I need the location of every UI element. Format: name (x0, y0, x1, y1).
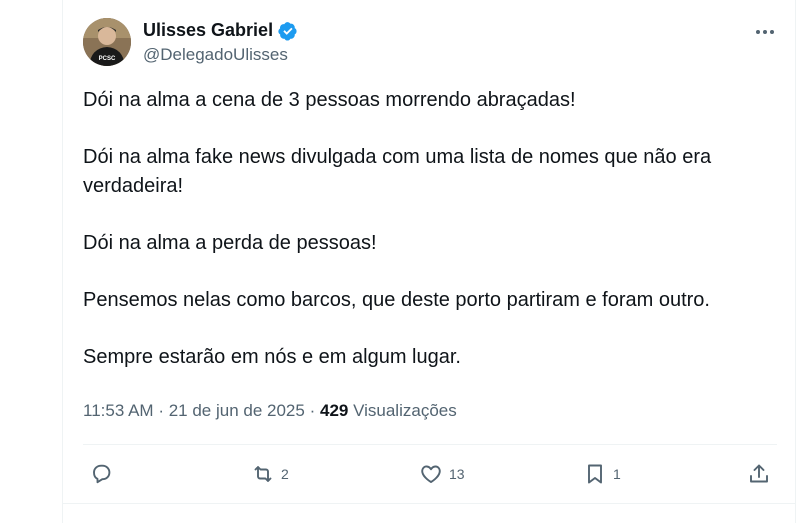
meta-separator: · (309, 401, 316, 420)
more-dots-icon[interactable] (753, 20, 777, 44)
bookmark-icon (588, 464, 602, 484)
bookmark-count: 1 (613, 466, 621, 482)
retweet-icon (254, 466, 272, 482)
tweet-paragraph: Sempre estarão em nós e em algum lugar. (83, 346, 461, 368)
action-bar: 2 13 1 (83, 458, 777, 490)
card-bottom-border (63, 503, 795, 504)
tweet-paragraph: Dói na alma a perda de pessoas! (83, 232, 377, 254)
reply-icon (93, 464, 111, 484)
tweet-time[interactable]: 11:53 AM (83, 401, 154, 420)
tweet-meta: 11:53 AM · 21 de jun de 2025 · 429 Visua… (83, 401, 457, 421)
like-button[interactable]: 13 (419, 458, 465, 490)
views-count: 429 (319, 401, 349, 420)
retweet-button[interactable]: 2 (251, 458, 289, 490)
author-handle[interactable]: @DelegadoUlisses (143, 45, 288, 65)
author-name[interactable]: Ulisses Gabriel (143, 20, 298, 41)
verified-badge-icon (278, 21, 298, 41)
like-count: 13 (449, 466, 465, 482)
divider (83, 444, 777, 445)
author-name-text: Ulisses Gabriel (143, 20, 274, 40)
tweet-paragraph: Dói na alma fake news divulgada com uma … (83, 146, 712, 197)
avatar[interactable]: PCSC (83, 18, 131, 66)
bookmark-button[interactable]: 1 (583, 458, 621, 490)
tweet-paragraph: Dói na alma a cena de 3 pessoas morrendo… (83, 89, 576, 111)
meta-separator: · (158, 401, 164, 420)
heart-icon (421, 465, 441, 483)
views-label: Visualizações (353, 401, 457, 420)
svg-text:PCSC: PCSC (99, 56, 116, 62)
tweet-date[interactable]: 21 de jun de 2025 (169, 401, 305, 420)
share-button[interactable] (747, 458, 771, 490)
tweet-paragraph: Pensemos nelas como barcos, que deste po… (83, 289, 710, 311)
reply-button[interactable] (89, 458, 119, 490)
tweet-card: PCSC Ulisses Gabriel @DelegadoUlisses Dó… (62, 0, 796, 523)
tweet-text: Dói na alma a cena de 3 pessoas morrendo… (83, 86, 773, 400)
share-icon (750, 464, 768, 483)
retweet-count: 2 (281, 466, 289, 482)
